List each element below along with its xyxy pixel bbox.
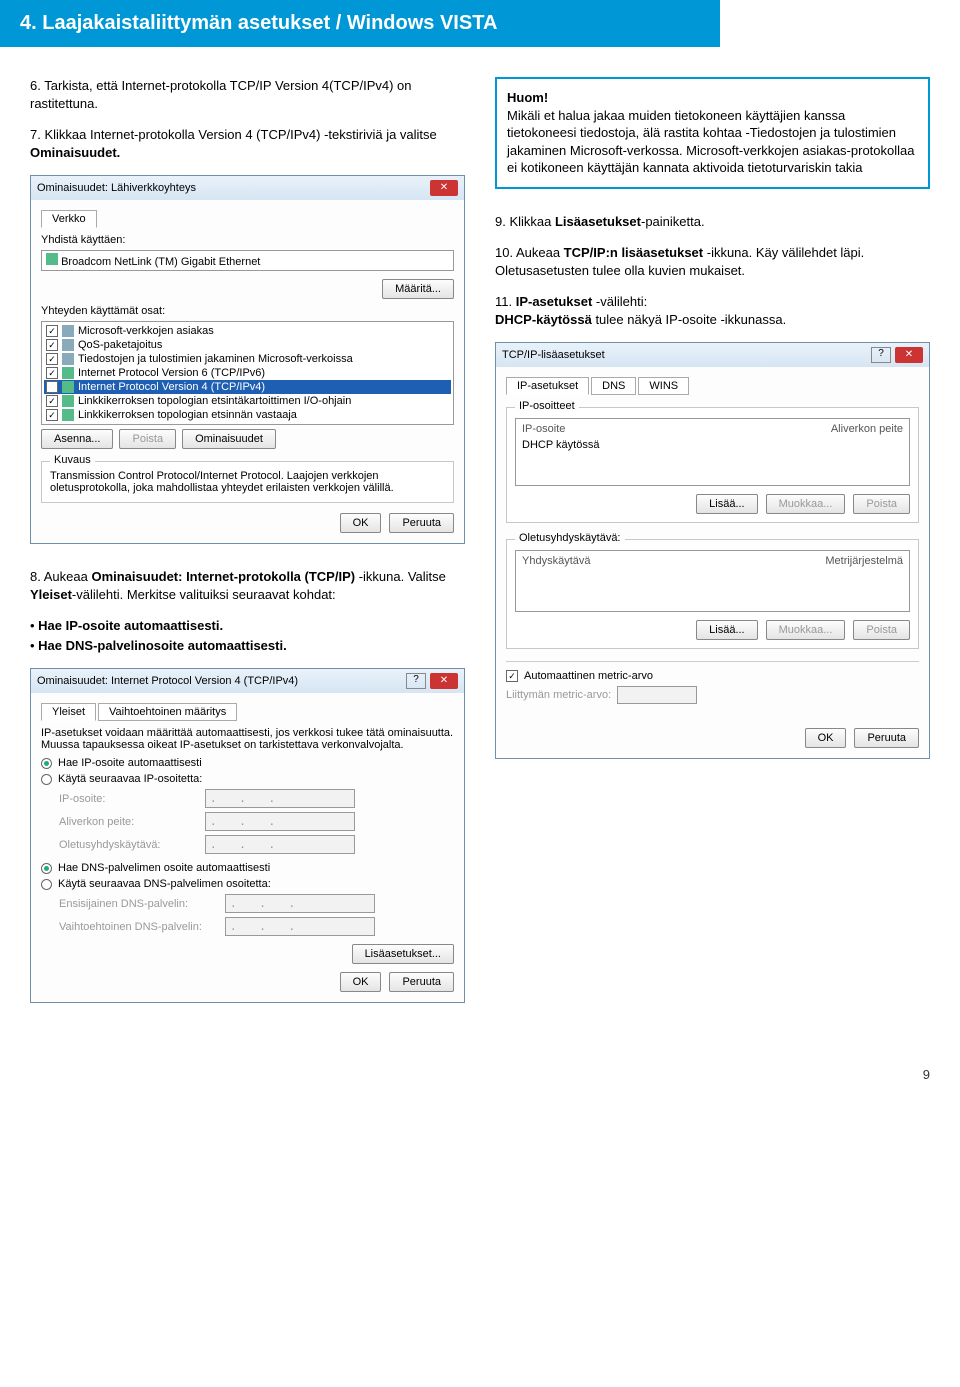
checkbox[interactable] bbox=[46, 367, 58, 379]
close-icon[interactable]: ✕ bbox=[430, 180, 458, 196]
checkbox[interactable] bbox=[46, 353, 58, 365]
component-icon bbox=[62, 339, 74, 351]
cancel-button[interactable]: Peruuta bbox=[854, 728, 919, 748]
ip-addresses-label: IP-osoitteet bbox=[515, 400, 579, 412]
radio-auto-ip[interactable] bbox=[41, 758, 52, 769]
tab-general[interactable]: Yleiset bbox=[41, 703, 96, 721]
cancel-button[interactable]: Peruuta bbox=[389, 972, 454, 992]
component-icon bbox=[62, 367, 74, 379]
step-6: 6. Tarkista, että Internet-protokolla TC… bbox=[30, 77, 465, 112]
window-title: Ominaisuudet: Internet Protocol Version … bbox=[37, 675, 298, 687]
step-11: 11. IP-asetukset -välilehti: DHCP-käytös… bbox=[495, 293, 930, 328]
install-button[interactable]: Asenna... bbox=[41, 429, 113, 449]
tcpip-advanced-window: TCP/IP-lisäasetukset ? ✕ IP-asetukset DN… bbox=[495, 342, 930, 759]
remove-button: Poista bbox=[853, 620, 910, 640]
help-icon[interactable]: ? bbox=[871, 347, 891, 363]
edit-button: Muokkaa... bbox=[766, 494, 846, 514]
step-10: 10. Aukeaa TCP/IP:n lisäasetukset -ikkun… bbox=[495, 244, 930, 279]
notice-box: Huom! Mikäli et halua jakaa muiden tieto… bbox=[495, 77, 930, 189]
checkbox[interactable] bbox=[46, 325, 58, 337]
nic-icon bbox=[46, 253, 58, 265]
radio-manual-ip[interactable] bbox=[41, 774, 52, 785]
uninstall-button: Poista bbox=[119, 429, 176, 449]
page-number: 9 bbox=[30, 1067, 930, 1082]
checkbox[interactable] bbox=[46, 381, 58, 393]
items-label: Yhteyden käyttämät osat: bbox=[41, 305, 454, 317]
tab-wins[interactable]: WINS bbox=[638, 377, 689, 395]
lan-properties-window: Ominaisuudet: Lähiverkkoyhteys ✕ Verkko … bbox=[30, 175, 465, 544]
connect-using-label: Yhdistä käyttäen: bbox=[41, 234, 454, 246]
advanced-button[interactable]: Lisäasetukset... bbox=[352, 944, 454, 964]
ok-button[interactable]: OK bbox=[805, 728, 847, 748]
step-8: 8. Aukeaa Ominaisuudet: Internet-protoko… bbox=[30, 568, 465, 603]
metric-input bbox=[617, 686, 697, 704]
component-icon bbox=[62, 395, 74, 407]
ip-list-value: DHCP käytössä bbox=[518, 437, 907, 453]
description-text: Transmission Control Protocol/Internet P… bbox=[50, 470, 445, 494]
step-9: 9. Klikkaa Lisäasetukset-painiketta. bbox=[495, 213, 930, 231]
properties-button[interactable]: Ominaisuudet bbox=[182, 429, 276, 449]
close-icon[interactable]: ✕ bbox=[895, 347, 923, 363]
configure-button[interactable]: Määritä... bbox=[382, 279, 454, 299]
description-label: Kuvaus bbox=[50, 454, 95, 466]
step-7: 7. Klikkaa Internet-protokolla Version 4… bbox=[30, 126, 465, 161]
window-title: TCP/IP-lisäasetukset bbox=[502, 349, 605, 361]
radio-auto-dns[interactable] bbox=[41, 863, 52, 874]
tab-alternate[interactable]: Vaihtoehtoinen määritys bbox=[98, 703, 237, 721]
tab-ip-settings[interactable]: IP-asetukset bbox=[506, 377, 589, 395]
adapter-field: Broadcom NetLink (TM) Gigabit Ethernet bbox=[41, 250, 454, 271]
checkbox[interactable] bbox=[46, 395, 58, 407]
close-icon[interactable]: ✕ bbox=[430, 673, 458, 689]
components-list[interactable]: Microsoft-verkkojen asiakas QoS-paketajo… bbox=[41, 321, 454, 425]
checkbox[interactable] bbox=[46, 339, 58, 351]
add-button[interactable]: Lisää... bbox=[696, 620, 757, 640]
cancel-button[interactable]: Peruuta bbox=[389, 513, 454, 533]
section-title: 4. Laajakaistaliittymän asetukset / Wind… bbox=[0, 0, 720, 47]
add-button[interactable]: Lisää... bbox=[696, 494, 757, 514]
ok-button[interactable]: OK bbox=[340, 972, 382, 992]
remove-button: Poista bbox=[853, 494, 910, 514]
component-icon bbox=[62, 409, 74, 421]
edit-button: Muokkaa... bbox=[766, 620, 846, 640]
ipv4-properties-window: Ominaisuudet: Internet Protocol Version … bbox=[30, 668, 465, 1003]
window-title: Ominaisuudet: Lähiverkkoyhteys bbox=[37, 182, 196, 194]
auto-metric-checkbox[interactable] bbox=[506, 670, 518, 682]
component-icon bbox=[62, 353, 74, 365]
gateways-label: Oletusyhdyskäytävä: bbox=[515, 532, 625, 544]
component-icon bbox=[62, 381, 74, 393]
step-8-bullets: Hae IP-osoite automaattisesti. Hae DNS-p… bbox=[30, 617, 465, 654]
checkbox[interactable] bbox=[46, 409, 58, 421]
intro-text: IP-asetukset voidaan määrittää automaatt… bbox=[41, 727, 454, 751]
help-icon[interactable]: ? bbox=[406, 673, 426, 689]
radio-manual-dns[interactable] bbox=[41, 879, 52, 890]
tab-network[interactable]: Verkko bbox=[41, 210, 97, 228]
component-icon bbox=[62, 325, 74, 337]
ok-button[interactable]: OK bbox=[340, 513, 382, 533]
tab-dns[interactable]: DNS bbox=[591, 377, 636, 395]
